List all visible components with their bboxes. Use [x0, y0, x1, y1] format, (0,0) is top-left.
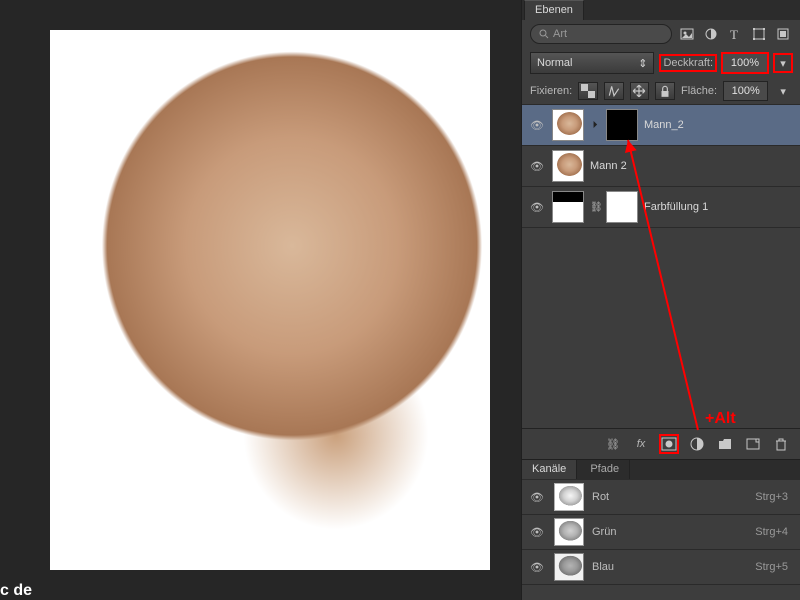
- layer-row[interactable]: 👁 ⛓ Farbfüllung 1: [522, 187, 800, 228]
- delete-layer-icon[interactable]: [772, 435, 790, 453]
- filter-adjustment-icon[interactable]: [702, 25, 720, 43]
- opacity-value[interactable]: 100%: [722, 53, 768, 73]
- layer-thumbnail[interactable]: [552, 191, 584, 223]
- watermark-text: c de: [0, 582, 32, 600]
- filter-pixel-icon[interactable]: [678, 25, 696, 43]
- lock-transparency-icon[interactable]: [578, 82, 598, 100]
- channel-thumbnail: [554, 553, 584, 581]
- layer-mask-thumbnail[interactable]: [606, 109, 638, 141]
- channel-thumbnail: [554, 483, 584, 511]
- fill-dropdown-icon[interactable]: ▾: [774, 82, 792, 100]
- adjustment-layer-icon[interactable]: [688, 435, 706, 453]
- new-layer-icon[interactable]: [744, 435, 762, 453]
- tab-channels[interactable]: Kanäle: [522, 460, 577, 479]
- group-icon[interactable]: [716, 435, 734, 453]
- layer-row[interactable]: 👁 ⏵ Mann_2: [522, 105, 800, 146]
- layers-list: 👁 ⏵ Mann_2 👁 Mann 2 👁 ⛓ Farbfüllung 1: [522, 105, 800, 228]
- link-layers-icon[interactable]: ⛓: [604, 435, 622, 453]
- tab-paths[interactable]: Pfade: [580, 460, 630, 479]
- filter-shape-icon[interactable]: [750, 25, 768, 43]
- visibility-eye-icon[interactable]: 👁: [528, 561, 546, 574]
- layer-thumbnail[interactable]: [552, 109, 584, 141]
- visibility-eye-icon[interactable]: 👁: [528, 491, 546, 504]
- search-placeholder: Art: [553, 28, 567, 40]
- channel-name: Rot: [592, 491, 609, 503]
- canvas-area[interactable]: [50, 30, 490, 570]
- blend-mode-value: Normal: [537, 57, 572, 69]
- filter-type-icon[interactable]: T: [726, 25, 744, 43]
- layer-thumbnail[interactable]: [552, 150, 584, 182]
- chevron-updown-icon: ⇕: [638, 57, 647, 70]
- opacity-dropdown-icon[interactable]: ▾: [774, 54, 792, 72]
- panel-tab-row: Ebenen: [522, 0, 800, 20]
- canvas-image: [50, 30, 490, 570]
- layer-name[interactable]: Mann 2: [590, 160, 627, 172]
- mask-link-icon[interactable]: ⏵: [590, 120, 600, 131]
- channel-thumbnail: [554, 518, 584, 546]
- layer-row[interactable]: 👁 Mann 2: [522, 146, 800, 187]
- layer-name[interactable]: Farbfüllung 1: [644, 201, 708, 213]
- channels-panel: Kanäle Pfade 👁 Rot Strg+3 👁 Grün Strg+4 …: [522, 459, 800, 585]
- add-mask-icon[interactable]: [660, 435, 678, 453]
- channel-name: Blau: [592, 561, 614, 573]
- lock-pixels-icon[interactable]: [604, 82, 624, 100]
- blend-mode-select[interactable]: Normal ⇕: [530, 52, 654, 74]
- layer-name[interactable]: Mann_2: [644, 119, 684, 131]
- layer-fx-icon[interactable]: fx: [632, 435, 650, 453]
- channel-shortcut: Strg+4: [755, 526, 788, 538]
- lock-label: Fixieren:: [530, 85, 572, 97]
- search-icon: [539, 29, 549, 39]
- channel-name: Grün: [592, 526, 616, 538]
- lock-position-icon[interactable]: [630, 82, 650, 100]
- layers-bottom-bar: ⛓ fx: [522, 428, 800, 459]
- layer-mask-thumbnail[interactable]: [606, 191, 638, 223]
- fill-label: Fläche:: [681, 85, 717, 97]
- visibility-eye-icon[interactable]: 👁: [528, 201, 546, 214]
- lock-all-icon[interactable]: [655, 82, 675, 100]
- opacity-label: Deckkraft:: [660, 55, 716, 71]
- filter-smartobject-icon[interactable]: [774, 25, 792, 43]
- visibility-eye-icon[interactable]: 👁: [528, 526, 546, 539]
- svg-text:T: T: [730, 28, 738, 40]
- channel-row[interactable]: 👁 Grün Strg+4: [522, 515, 800, 550]
- channel-row[interactable]: 👁 Blau Strg+5: [522, 550, 800, 585]
- visibility-eye-icon[interactable]: 👁: [528, 160, 546, 173]
- channel-shortcut: Strg+3: [755, 491, 788, 503]
- channel-shortcut: Strg+5: [755, 561, 788, 573]
- mask-link-icon[interactable]: ⛓: [590, 202, 600, 213]
- channel-row[interactable]: 👁 Rot Strg+3: [522, 480, 800, 515]
- layer-filter-search[interactable]: Art: [530, 24, 672, 44]
- fill-value[interactable]: 100%: [723, 81, 768, 101]
- visibility-eye-icon[interactable]: 👁: [528, 119, 546, 132]
- layers-panel: Ebenen Art T Normal ⇕ Deckkraft: 100% ▾ …: [521, 0, 800, 600]
- tab-layers[interactable]: Ebenen: [524, 0, 584, 20]
